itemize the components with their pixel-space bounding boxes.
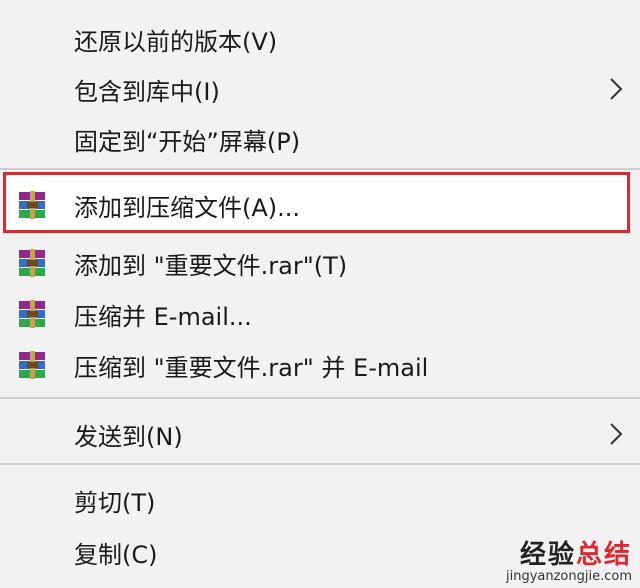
menu-item-label: 复制(C) [74, 540, 158, 569]
context-menu: 还原以前的版本(V) 包含到库中(I) 固定到“开始”屏幕(P) 添加到压缩文件… [0, 0, 640, 588]
menu-item-label: 剪切(T) [74, 488, 156, 517]
menu-separator [0, 463, 640, 465]
menu-item-label: 固定到“开始”屏幕(P) [74, 127, 301, 156]
menu-item-label: 添加到压缩文件(A)... [74, 193, 301, 222]
winrar-icon [19, 351, 45, 379]
watermark-url: jingyanzongjie.com [505, 569, 632, 584]
menu-item-cut[interactable]: 剪切(T) [0, 475, 640, 525]
winrar-icon [19, 191, 45, 219]
menu-item-compress-to-rar-and-email[interactable]: 压缩到 "重要文件.rar" 并 E-mail [0, 340, 640, 390]
watermark: 经验总结 jingyanzongjie.com [506, 540, 632, 584]
chevron-right-icon [610, 78, 623, 100]
menu-item-label: 包含到库中(I) [74, 77, 220, 106]
menu-item-label: 发送到(N) [74, 422, 183, 451]
winrar-icon [19, 300, 45, 328]
menu-separator [0, 168, 640, 170]
menu-item-label: 压缩到 "重要文件.rar" 并 E-mail [74, 353, 429, 382]
watermark-black-text: 经验 [519, 540, 576, 570]
menu-item-compress-and-email[interactable]: 压缩并 E-mail... [0, 289, 640, 339]
menu-item-label: 还原以前的版本(V) [74, 27, 278, 56]
menu-separator [0, 397, 640, 399]
chevron-right-icon [610, 423, 623, 445]
watermark-red-text: 总结 [575, 540, 632, 570]
menu-item-add-to-rar[interactable]: 添加到 "重要文件.rar"(T) [0, 238, 640, 288]
menu-item-restore-previous-versions[interactable]: 还原以前的版本(V) [0, 14, 640, 64]
watermark-title: 经验总结 [506, 540, 632, 570]
menu-item-send-to[interactable]: 发送到(N) [0, 409, 640, 459]
menu-item-pin-to-start[interactable]: 固定到“开始”屏幕(P) [0, 114, 640, 164]
menu-item-add-to-archive[interactable]: 添加到压缩文件(A)... [0, 180, 640, 230]
menu-item-include-in-library[interactable]: 包含到库中(I) [0, 64, 640, 114]
menu-item-label: 添加到 "重要文件.rar"(T) [74, 251, 348, 280]
menu-item-label: 压缩并 E-mail... [74, 302, 252, 331]
winrar-icon [19, 249, 45, 277]
